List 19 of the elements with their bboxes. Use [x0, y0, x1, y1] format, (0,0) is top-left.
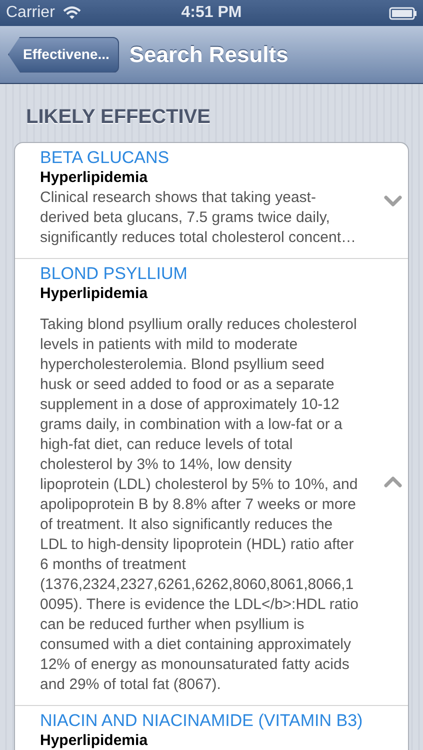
condition-label: Hyperlipidemia [40, 284, 149, 303]
chevron-down-icon [384, 195, 402, 206]
condition-label: Hyperlipidemia [40, 731, 149, 750]
screen-title: Search Results [129, 41, 288, 69]
result-description: Clinical research shows that taking yeast- derived beta glucans, 7.5 grams twice daily, significantly reduces total cholesterol concent… [40, 188, 357, 248]
condition-label: Hyperlipidemia [40, 168, 149, 187]
status-time: 4:51 PM [181, 3, 242, 23]
wifi-icon [62, 6, 81, 20]
result-title: NIACIN AND NIACINAMIDE (VITAMIN B3) [40, 710, 364, 731]
result-description: Taking blond psyllium orally reduces cholesterol levels in patients with mild to moderate hypercholesterolemia. Blond psyllium seed husk or seed added to food or as a separate supplement in a dose of approximately 10-12 grams daily, in combination with a low-fat or a high-fat diet, can reduce levels of total cholesterol by 3% to 14%, low density lipoprotein (LDL) cholesterol by 5% to 10%, and apolipoprotein B by 8.8% after 7 weeks or more of treatment. It also significantly reduces the LDL to high-density lipoprotein (HDL) ratio after 6 months of treatment (1376,2324,2327,6261,6262,8060,8061,8066,1 0095). There is evidence the LDL</b>:HDL ratio can be reduced further when psyllium is consumed with a diet containing approximately 12% of energy as monounsaturated fatty acids and 29% of total fat (8067). [40, 315, 360, 695]
section-header: LIKELY EFFECTIVE [25, 105, 212, 130]
back-button[interactable]: Effectivene... [8, 36, 120, 72]
result-title: BETA GLUCANS [40, 147, 170, 168]
carrier-label: Carrier [6, 3, 55, 23]
result-title: BLOND PSYLLIUM [40, 263, 188, 284]
battery-icon [389, 6, 417, 20]
chevron-up-icon [384, 476, 402, 488]
result-item[interactable]: BETA GLUCANS Hyperlipidemia Clinical research shows that taking yeast- derived beta glucans, 7.5 grams twice daily, significantly reduces total cholesterol concent… [15, 143, 408, 258]
result-item[interactable]: NIACIN AND NIACINAMIDE (VITAMIN B3) Hyperlipidemia [15, 705, 408, 750]
